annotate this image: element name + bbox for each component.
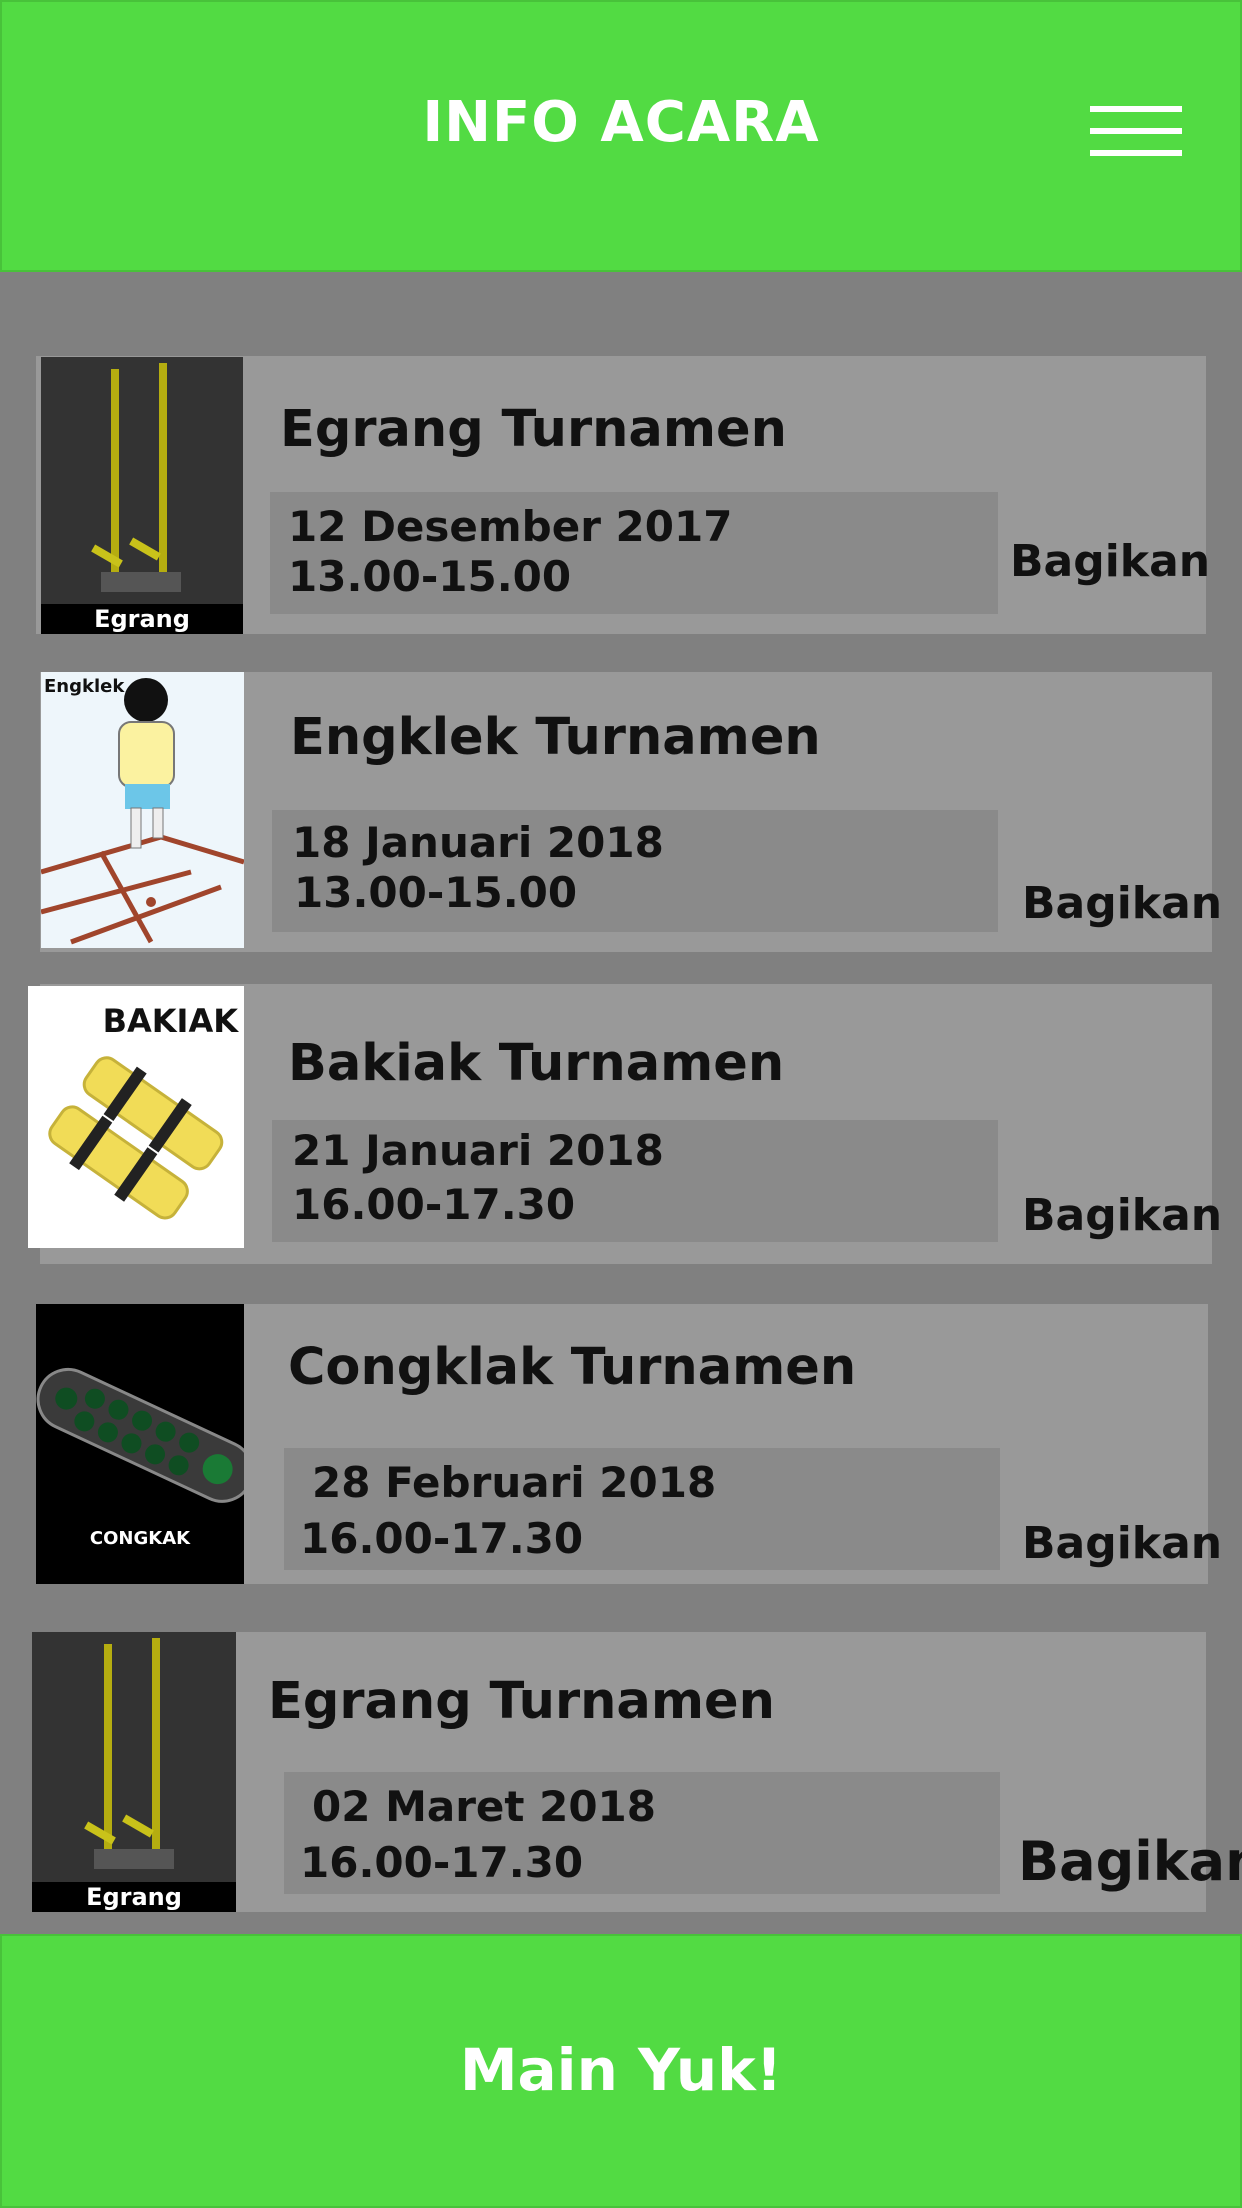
share-button[interactable]: Bagikan — [1022, 878, 1222, 929]
egrang-stilts-icon: Egrang — [41, 357, 243, 634]
event-card[interactable]: CONGKAK Congklak Turnamen 28 Februari 20… — [36, 1304, 1222, 1584]
congklak-board-icon: CONGKAK — [36, 1304, 244, 1584]
main-yuk-label: Main Yuk! — [459, 2036, 783, 2104]
share-button[interactable]: Bagikan — [1010, 536, 1210, 587]
event-title: Egrang Turnamen — [280, 400, 787, 459]
event-time: 16.00-17.30 — [300, 1514, 584, 1563]
event-date: 02 Maret 2018 — [312, 1782, 656, 1831]
hamburger-menu-icon[interactable] — [1090, 106, 1182, 156]
event-time: 16.00-17.30 — [300, 1838, 584, 1887]
event-time: 13.00-15.00 — [288, 552, 572, 601]
svg-text:Engklek: Engklek — [44, 676, 125, 697]
svg-text:Egrang: Egrang — [86, 1883, 182, 1911]
egrang-stilts-icon: Egrang — [32, 1632, 236, 1912]
event-date: 12 Desember 2017 — [288, 502, 733, 551]
share-button[interactable]: Bagikan — [1022, 1518, 1222, 1569]
event-time: 16.00-17.30 — [292, 1180, 576, 1229]
event-time: 13.00-15.00 — [294, 868, 578, 917]
event-date: 18 Januari 2018 — [292, 818, 664, 867]
app-header: INFO ACARA — [0, 0, 1242, 272]
share-button[interactable]: Bagikan — [1018, 1830, 1242, 1893]
event-card[interactable]: Engklek Engklek Turnamen 18 Januari 2018… — [40, 672, 1222, 952]
page-title: INFO ACARA — [422, 90, 820, 155]
event-title: Congklak Turnamen — [288, 1338, 857, 1397]
event-date: 21 Januari 2018 — [292, 1126, 664, 1175]
event-date: 28 Februari 2018 — [312, 1458, 717, 1507]
event-card[interactable]: Egrang Egrang Turnamen 02 Maret 2018 16.… — [32, 1632, 1242, 1912]
share-button[interactable]: Bagikan — [1022, 1190, 1222, 1241]
svg-text:CONGKAK: CONGKAK — [90, 1528, 191, 1549]
bakiak-clogs-icon: BAKIAK — [28, 986, 244, 1248]
event-title: Bakiak Turnamen — [288, 1034, 785, 1093]
event-title: Engklek Turnamen — [290, 708, 821, 767]
event-title: Egrang Turnamen — [268, 1672, 775, 1731]
event-card[interactable]: Egrang Egrang Turnamen 12 Desember 2017 … — [36, 356, 1210, 634]
main-yuk-button[interactable]: Main Yuk! — [0, 1934, 1242, 2208]
event-card[interactable]: BAKIAK Bakiak Turnamen 21 Januari 2018 1… — [28, 984, 1222, 1264]
svg-text:Egrang: Egrang — [94, 605, 190, 633]
svg-text:BAKIAK: BAKIAK — [103, 1002, 240, 1040]
engklek-hopscotch-icon: Engklek — [41, 672, 244, 948]
